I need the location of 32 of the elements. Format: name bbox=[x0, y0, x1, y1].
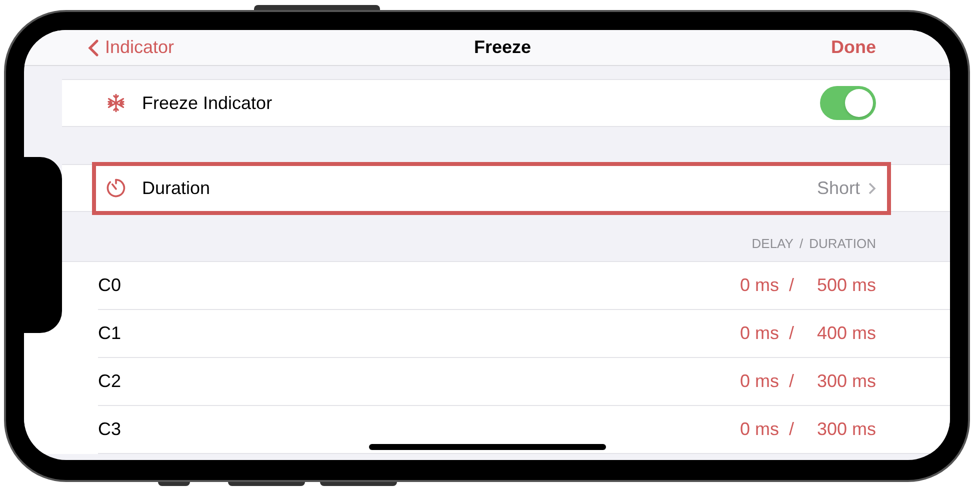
value-separator: / bbox=[789, 274, 796, 297]
settings-row[interactable]: Freeze Indicator bbox=[62, 79, 950, 127]
channel-name: C0 bbox=[98, 274, 122, 297]
chevron-right-icon bbox=[868, 182, 876, 194]
column-header-separator: / bbox=[799, 234, 804, 252]
duration-value: 300 ms bbox=[816, 370, 876, 393]
channel-name: C3 bbox=[98, 418, 122, 441]
column-header: DURATION bbox=[809, 234, 876, 252]
duration-value: 300 ms bbox=[816, 418, 876, 441]
channel-name: C1 bbox=[98, 322, 122, 345]
timer-icon bbox=[105, 177, 127, 199]
chevron-left-icon bbox=[88, 38, 99, 56]
back-button[interactable]: Indicator bbox=[88, 34, 174, 61]
done-button[interactable]: Done bbox=[831, 34, 876, 61]
column-header: DELAY bbox=[752, 234, 794, 252]
delay-value: 0 ms bbox=[740, 274, 779, 297]
delay-value: 0 ms bbox=[740, 418, 779, 441]
snowflake-icon bbox=[106, 93, 126, 113]
nav-title: Freeze bbox=[474, 36, 532, 59]
duration-value: 400 ms bbox=[816, 322, 876, 345]
duration-value[interactable]: Short bbox=[816, 174, 876, 202]
value-separator: / bbox=[789, 370, 796, 393]
channel-name: C2 bbox=[98, 370, 122, 393]
settings-row[interactable]: Duration Short bbox=[62, 164, 950, 212]
value-separator: / bbox=[789, 418, 796, 441]
duration-value: 500 ms bbox=[816, 274, 876, 297]
toggle-switch[interactable] bbox=[820, 86, 876, 120]
setting-label: Duration bbox=[142, 176, 210, 200]
delay-value: 0 ms bbox=[740, 370, 779, 393]
delay-value: 0 ms bbox=[740, 322, 779, 345]
setting-label: Freeze Indicator bbox=[142, 92, 272, 114]
value-separator: / bbox=[789, 322, 796, 345]
